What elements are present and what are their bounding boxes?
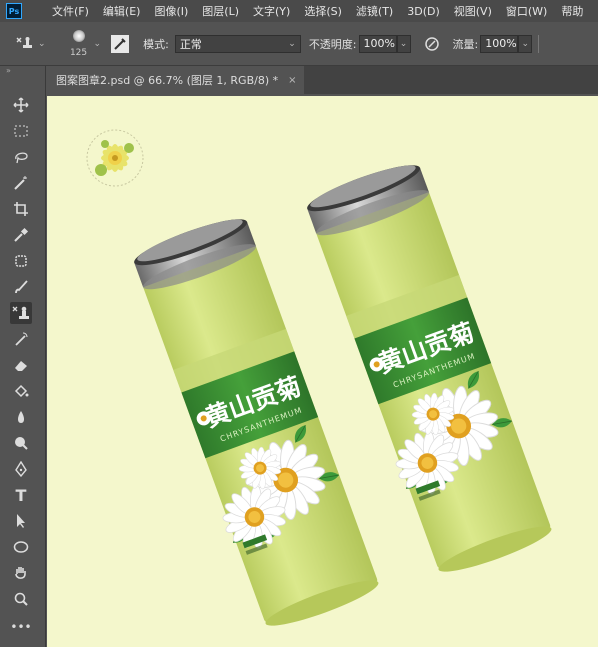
tab-document[interactable]: 图案图章2.psd @ 66.7% (图层 1, RGB/8) * × bbox=[46, 66, 304, 94]
close-icon[interactable]: × bbox=[288, 75, 296, 86]
menu-view[interactable]: 视图(V) bbox=[454, 3, 492, 19]
chevron-down-icon[interactable]: ⌄ bbox=[38, 39, 46, 49]
more-tools-icon[interactable]: ••• bbox=[10, 616, 32, 638]
ellipse-icon[interactable] bbox=[10, 536, 32, 558]
dodge-icon[interactable] bbox=[10, 432, 32, 454]
airbrush-icon[interactable] bbox=[538, 34, 551, 53]
history-brush-icon[interactable] bbox=[10, 328, 32, 350]
menu-layer[interactable]: 图层(L) bbox=[202, 3, 239, 19]
lasso-icon[interactable] bbox=[10, 146, 32, 168]
menu-3d[interactable]: 3D(D) bbox=[407, 5, 440, 18]
menu-filter[interactable]: 滤镜(T) bbox=[356, 3, 393, 19]
menu-file[interactable]: 文件(F) bbox=[52, 3, 89, 19]
marquee-icon[interactable] bbox=[10, 120, 32, 142]
eyedropper-icon[interactable] bbox=[10, 224, 32, 246]
opacity-label: 不透明度: bbox=[308, 37, 357, 51]
paint-bucket-icon[interactable] bbox=[10, 380, 32, 402]
flow-field[interactable]: 100% bbox=[480, 34, 519, 53]
path-selection-icon[interactable] bbox=[10, 510, 32, 532]
brush-picker[interactable]: 125 bbox=[66, 26, 92, 62]
menu-edit[interactable]: 编辑(E) bbox=[103, 3, 141, 19]
pattern-stamp-icon[interactable] bbox=[10, 302, 32, 324]
menu-image[interactable]: 图像(I) bbox=[154, 3, 188, 19]
type-icon[interactable]: T bbox=[10, 484, 32, 506]
menu-type[interactable]: 文字(Y) bbox=[253, 3, 290, 19]
mode-label: 模式: bbox=[143, 37, 169, 51]
menu-help[interactable]: 帮助 bbox=[561, 3, 583, 19]
mode-select[interactable]: 正常 ⌄ bbox=[174, 34, 301, 53]
brush-size-value: 125 bbox=[69, 47, 88, 58]
stamp-tool-preset-icon[interactable] bbox=[14, 34, 34, 54]
opacity-dropdown[interactable]: ⌄ bbox=[396, 34, 411, 53]
eraser-icon[interactable] bbox=[10, 354, 32, 376]
healing-brush-icon[interactable] bbox=[10, 250, 32, 272]
brush-icon[interactable] bbox=[10, 276, 32, 298]
crop-icon[interactable] bbox=[10, 198, 32, 220]
pressure-opacity-icon[interactable] bbox=[423, 35, 441, 53]
document-canvas[interactable]: 黄山贡菊 CHRYSANTHEMUM 黄山贡菊 CHRYSANTHEMUM bbox=[47, 96, 598, 647]
document-tab-bar: 图案图章2.psd @ 66.7% (图层 1, RGB/8) * × bbox=[46, 66, 598, 94]
move-icon[interactable] bbox=[10, 94, 32, 116]
pen-icon[interactable] bbox=[10, 458, 32, 480]
flow-value: 100% bbox=[485, 37, 517, 50]
chevron-down-icon[interactable]: ⌄ bbox=[94, 39, 102, 49]
magic-wand-icon[interactable] bbox=[10, 172, 32, 194]
chevron-down-icon: ⌄ bbox=[521, 38, 530, 49]
chevron-down-icon: ⌄ bbox=[399, 38, 408, 49]
mode-value: 正常 bbox=[179, 37, 202, 51]
menu-window[interactable]: 窗口(W) bbox=[506, 3, 547, 19]
collapse-panel-icon[interactable]: » bbox=[6, 66, 11, 75]
flow-dropdown[interactable]: ⌄ bbox=[518, 34, 533, 53]
zoom-icon[interactable] bbox=[10, 588, 32, 610]
hand-icon[interactable] bbox=[10, 562, 32, 584]
opacity-value: 100% bbox=[363, 37, 395, 50]
menu-select[interactable]: 选择(S) bbox=[304, 3, 342, 19]
flower-sample bbox=[86, 129, 144, 187]
menu-bar: Ps 文件(F) 编辑(E) 图像(I) 图层(L) 文字(Y) 选择(S) 滤… bbox=[0, 0, 598, 22]
tools-panel: » T ••• bbox=[0, 66, 46, 647]
brush-tip-icon bbox=[72, 29, 85, 42]
brush-panel-icon[interactable] bbox=[111, 34, 130, 53]
blur-icon[interactable] bbox=[10, 406, 32, 428]
photoshop-logo[interactable]: Ps bbox=[6, 3, 22, 19]
opacity-field[interactable]: 100% bbox=[358, 34, 397, 53]
flow-label: 流量: bbox=[452, 37, 479, 51]
chevron-down-icon: ⌄ bbox=[288, 38, 296, 49]
artwork: 黄山贡菊 CHRYSANTHEMUM 黄山贡菊 CHRYSANTHEMUM bbox=[86, 129, 552, 626]
options-bar: ⌄ 125 ⌄ 模式: 正常 ⌄ 不透明度: 100% ⌄ 流量: 100% ⌄ bbox=[0, 22, 598, 66]
document-title: 图案图章2.psd @ 66.7% (图层 1, RGB/8) * bbox=[56, 74, 279, 87]
